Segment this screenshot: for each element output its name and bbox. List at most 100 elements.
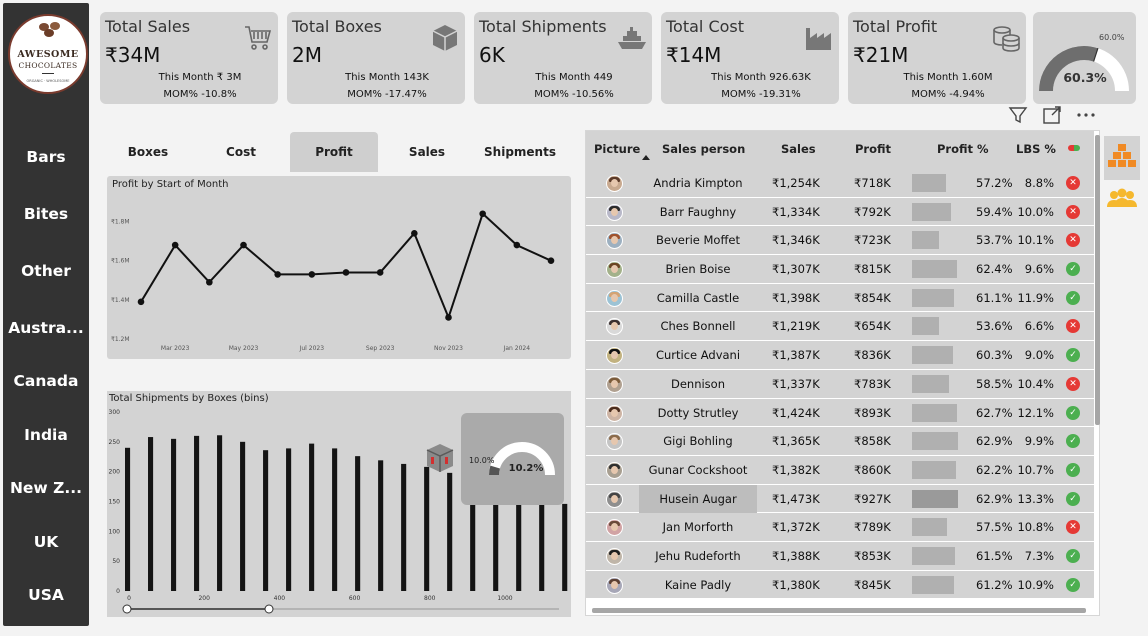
x-tick-label: 400 [274, 595, 286, 602]
sales-value: ₹1,219K [772, 319, 820, 334]
table-row[interactable]: Ches Bonnell ₹1,219K ₹654K 53.6% 6.6% ✕ [586, 312, 1094, 342]
data-point[interactable] [411, 230, 418, 237]
table-row[interactable]: Kaine Padly ₹1,380K ₹845K 61.2% 10.9% ✓ [586, 570, 1094, 600]
filter-icon[interactable] [1007, 104, 1029, 126]
histogram-bar[interactable] [217, 435, 223, 591]
data-point[interactable] [342, 269, 350, 276]
profit-gauge-card: 60.3% 60.0% [1033, 12, 1136, 104]
table-row[interactable]: Dotty Strutley ₹1,424K ₹893K 62.7% 12.1% ✓ [586, 398, 1094, 428]
table-row[interactable]: Husein Augar ₹1,473K ₹927K 62.9% 13.3% ✓ [586, 484, 1094, 514]
salesperson-name: Husein Augar [639, 484, 757, 513]
table-row[interactable]: Dennison Crosswaite ₹1,337K ₹783K 58.5% 10.4… [586, 369, 1094, 419]
table-row[interactable]: Camilla Castle ₹1,398K ₹854K 61.1% 11.9% ✓ [586, 283, 1094, 313]
profit-value: ₹723K [854, 233, 891, 248]
table-row[interactable]: Curtice Advani ₹1,387K ₹836K 60.3% 9.0% ✓ [586, 341, 1094, 370]
histogram-bar[interactable] [539, 492, 545, 591]
x-circle-icon: ✕ [1066, 376, 1080, 391]
col-profit[interactable]: Profit [855, 131, 891, 169]
histogram-bar[interactable] [125, 447, 131, 591]
histogram-bar[interactable] [401, 463, 407, 591]
histogram-bar[interactable] [240, 441, 246, 591]
data-point[interactable] [445, 314, 452, 321]
histogram-bar[interactable] [424, 466, 430, 591]
col-sales-person[interactable]: Sales person [662, 131, 745, 169]
data-point[interactable] [171, 241, 179, 249]
nav-item-india[interactable]: India [3, 426, 89, 444]
histogram-title: Total Shipments by Boxes (bins) [109, 393, 269, 404]
histogram-bar[interactable] [194, 435, 200, 591]
histogram-bar[interactable] [516, 490, 522, 591]
sales-value: ₹1,254K [772, 176, 820, 190]
tab-boxes[interactable]: Boxes [104, 132, 192, 172]
factory-icon [806, 28, 831, 50]
data-point[interactable] [274, 271, 281, 278]
table-row[interactable]: Brien Boise ₹1,307K ₹815K 62.4% 9.6% ✓ [586, 255, 1094, 284]
histogram-bar[interactable] [309, 443, 315, 591]
histogram-bar[interactable] [378, 460, 384, 591]
range-slider-handle-start[interactable] [122, 604, 132, 614]
data-point[interactable] [137, 298, 145, 306]
nav-item-bites[interactable]: Bites [3, 205, 89, 223]
data-point[interactable] [479, 210, 486, 218]
check-circle-icon: ✓ [1066, 348, 1080, 363]
focus-mode-icon[interactable] [1041, 104, 1063, 126]
data-point[interactable] [376, 269, 384, 276]
histogram-bar[interactable] [263, 450, 269, 591]
horizontal-scrollbar[interactable] [592, 608, 1086, 613]
kpi-value: 6K [479, 43, 505, 67]
tab-profit[interactable]: Profit [290, 132, 378, 172]
data-point[interactable] [308, 271, 316, 278]
data-point[interactable] [513, 241, 521, 249]
table-row[interactable]: Beverie Moffet ₹1,346K ₹723K 53.7% 10.1% ✕ [586, 226, 1094, 256]
x-tick-label: 800 [424, 595, 436, 602]
more-options-icon[interactable] [1075, 104, 1097, 126]
x-tick-label: Sep 2023 [366, 345, 395, 352]
range-slider-handle-end[interactable] [264, 604, 274, 614]
avatar-face [611, 322, 618, 331]
tab-sales[interactable]: Sales [383, 132, 471, 172]
nav-item-other[interactable]: Other [3, 262, 89, 280]
nav-item-uk[interactable]: UK [3, 533, 89, 551]
table-row[interactable]: Andria Kimpton ₹1,254K ₹718K 57.2% 8.8% ✕ [586, 169, 1094, 198]
tab-shipments[interactable]: Shipments [476, 132, 564, 172]
table-row[interactable]: Gigi Bohling ₹1,365K ₹858K 62.9% 9.9% ✓ [586, 427, 1094, 456]
salesperson-name: Kaine Padly [664, 577, 732, 592]
histogram-bar[interactable] [332, 448, 338, 591]
nav-item-australia[interactable]: Austra... [3, 319, 89, 337]
sales-value: ₹1,337K [772, 376, 820, 391]
histogram-bar[interactable] [148, 437, 154, 591]
nav-item-new-zealand[interactable]: New Z... [3, 479, 89, 497]
sort-asc-icon[interactable] [642, 155, 650, 160]
side-tab-people[interactable] [1104, 180, 1140, 224]
col-picture[interactable]: Picture [594, 131, 640, 169]
data-point[interactable] [240, 241, 247, 249]
table-row[interactable]: Barr Faughny ₹1,334K ₹792K 59.4% 10.0% ✕ [586, 197, 1094, 227]
nav-item-bars[interactable]: Bars [3, 148, 89, 166]
shipment-gauge-target: 10.0% [469, 456, 495, 465]
histogram-bar[interactable] [562, 503, 568, 591]
salesperson-name: Barr Faughny [659, 204, 737, 219]
col-profit-pct[interactable]: Profit % [937, 131, 989, 169]
table-row[interactable]: Jan Morforth ₹1,372K ₹789K 57.5% 10.8% ✕ [586, 513, 1094, 542]
x-tick-label: Jul 2023 [299, 345, 325, 352]
avatar [606, 203, 623, 221]
tab-cost[interactable]: Cost [197, 132, 285, 172]
x-circle-icon: ✕ [1066, 233, 1080, 248]
x-tick-label: May 2023 [229, 345, 259, 352]
histogram-bar[interactable] [171, 438, 177, 591]
nav-item-usa[interactable]: USA [3, 586, 89, 604]
data-point[interactable] [547, 257, 555, 265]
nav-item-canada[interactable]: Canada [3, 372, 89, 390]
table-row[interactable]: Jehu Rudeforth ₹1,388K ₹853K 61.5% 7.3% ✓ [586, 541, 1094, 571]
histogram-bar[interactable] [355, 456, 361, 591]
col-sales[interactable]: Sales [781, 131, 816, 169]
histogram-bar[interactable] [286, 448, 292, 591]
col-lbs-pct[interactable]: LBS % [1016, 131, 1056, 169]
data-point[interactable] [206, 278, 213, 286]
table-row[interactable]: Gunar Cockshoot ₹1,382K ₹860K 62.2% 10.7% ✓ [586, 455, 1094, 485]
vertical-scrollbar[interactable] [1095, 135, 1100, 425]
x-tick-label: 600 [349, 595, 361, 602]
histogram-bar[interactable] [447, 472, 453, 591]
lbs-pct-value: 8.8% [1024, 176, 1054, 190]
side-tab-products[interactable] [1104, 136, 1140, 180]
